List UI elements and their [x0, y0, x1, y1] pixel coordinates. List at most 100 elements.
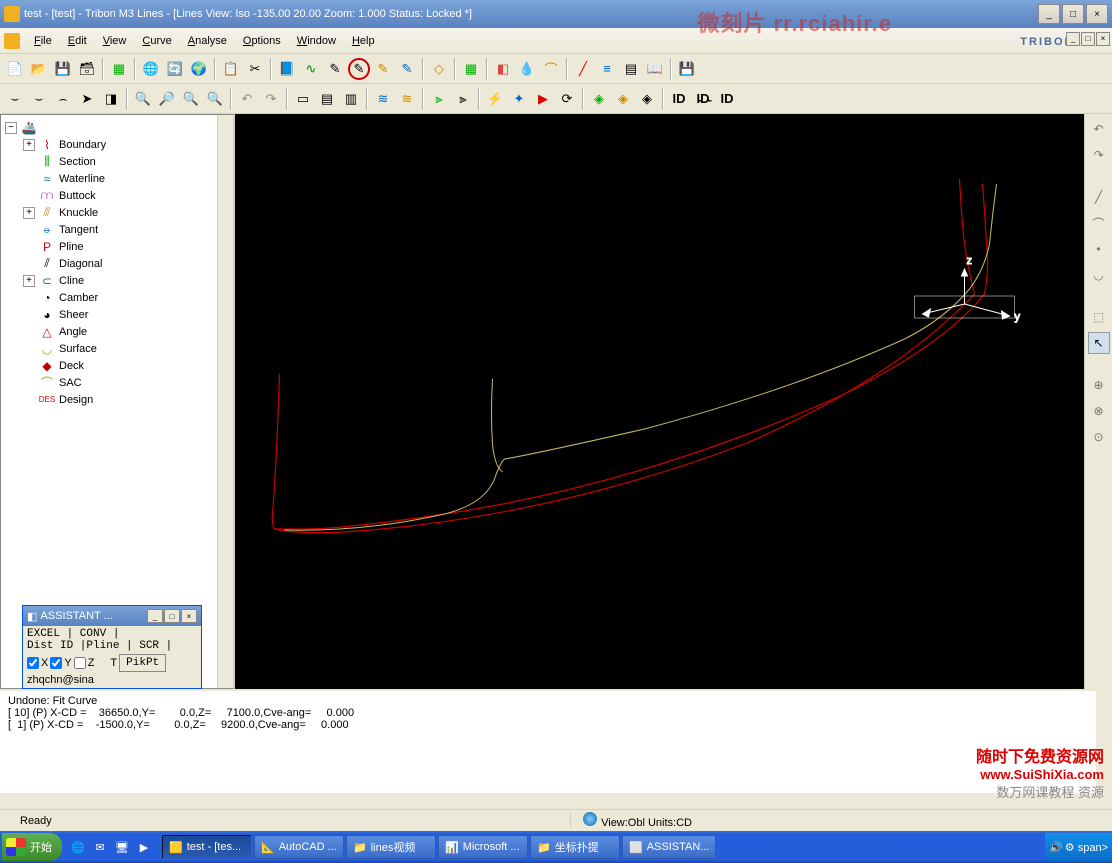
menu-file[interactable]: File — [26, 33, 60, 49]
diamond3-icon[interactable]: ◈ — [636, 88, 658, 110]
r-snap1-icon[interactable]: ⊕ — [1088, 374, 1110, 396]
diamond1-icon[interactable]: ◈ — [588, 88, 610, 110]
wave2-icon[interactable]: ≋ — [396, 88, 418, 110]
menu-curve[interactable]: Curve — [134, 33, 179, 49]
r-line-icon[interactable]: ╱ — [1088, 186, 1110, 208]
zoom-icon[interactable]: 🔍 — [180, 88, 202, 110]
save-icon[interactable]: 💾 — [52, 58, 74, 80]
edit4-icon[interactable]: ✎ — [396, 58, 418, 80]
task-excel[interactable]: 📊Microsoft ... — [438, 835, 528, 859]
systray[interactable]: 🔊⚙ span> — [1045, 833, 1112, 861]
page2-icon[interactable]: ▥ — [340, 88, 362, 110]
arc1-icon[interactable]: ⌣ — [4, 88, 26, 110]
id2-icon[interactable]: I̵D̵ — [692, 88, 714, 110]
r-curve-icon[interactable]: ⌒ — [1088, 212, 1110, 234]
diamond2-icon[interactable]: ◈ — [612, 88, 634, 110]
task-coord[interactable]: 📁坐标扑提 — [530, 835, 620, 859]
tree-deck[interactable]: ◆Deck — [5, 357, 229, 374]
menu-view[interactable]: View — [95, 33, 135, 49]
cut-icon[interactable]: ✂ — [244, 58, 266, 80]
minimize-button[interactable]: _ — [1038, 4, 1060, 24]
maximize-button[interactable]: □ — [1062, 4, 1084, 24]
mdi-max[interactable]: □ — [1081, 32, 1095, 46]
world-icon[interactable]: 🌐 — [140, 58, 162, 80]
r-arc-icon[interactable]: ◡ — [1088, 264, 1110, 286]
tree-section[interactable]: ⫼Section — [5, 153, 229, 170]
r-redo-icon[interactable]: ↷ — [1088, 144, 1110, 166]
task-autocad[interactable]: 📐AutoCAD ... — [254, 835, 344, 859]
chk-z[interactable] — [74, 657, 86, 669]
edit2-icon[interactable]: ✎ — [348, 58, 370, 80]
rect-icon[interactable]: ▭ — [292, 88, 314, 110]
tree-pline[interactable]: PPline — [5, 238, 229, 255]
mesh-icon[interactable]: ▦ — [460, 58, 482, 80]
viewport[interactable]: z y — [235, 114, 1084, 689]
ql-desktop-icon[interactable]: 🖥 — [112, 836, 132, 858]
tree-design[interactable]: DESDesign — [5, 391, 229, 408]
assistant-tabs1[interactable]: EXCEL | CONV | — [27, 628, 197, 640]
tool4-icon[interactable]: ⟳ — [556, 88, 578, 110]
wave1-icon[interactable]: ≋ — [372, 88, 394, 110]
globe-icon[interactable]: 🌍 — [188, 58, 210, 80]
saveall-icon[interactable]: 🗃 — [76, 58, 98, 80]
erase2-icon[interactable]: ◨ — [100, 88, 122, 110]
assistant-titlebar[interactable]: ◧ ASSISTANT ... _□× — [23, 606, 201, 626]
chk-x[interactable] — [27, 657, 39, 669]
task-assistant[interactable]: ⬜ASSISTAN... — [622, 835, 716, 859]
reload-icon[interactable]: 🔄 — [164, 58, 186, 80]
r-snap3-icon[interactable]: ⊙ — [1088, 426, 1110, 448]
tree-diagonal[interactable]: ⫽Diagonal — [5, 255, 229, 272]
task-test[interactable]: 🟨test - [tes... — [162, 835, 252, 859]
id1-icon[interactable]: ID — [668, 88, 690, 110]
edit1-icon[interactable]: ✎ — [324, 58, 346, 80]
console[interactable]: Undone: Fit Curve [ 10] (P) X-CD = 36650… — [0, 689, 1112, 809]
assist-min[interactable]: _ — [147, 609, 163, 623]
search-icon[interactable]: 🔍 — [204, 88, 226, 110]
menu-window[interactable]: Window — [289, 33, 344, 49]
r-point-icon[interactable]: • — [1088, 238, 1110, 260]
assistant-window[interactable]: ◧ ASSISTANT ... _□× EXCEL | CONV | Dist … — [22, 605, 202, 689]
menu-analyse[interactable]: Analyse — [180, 33, 235, 49]
arc-icon[interactable]: ⌒ — [540, 58, 562, 80]
drop-icon[interactable]: 💧 — [516, 58, 538, 80]
tree-knuckle[interactable]: +⫻Knuckle — [5, 204, 229, 221]
tree-buttock[interactable]: ⩋Buttock — [5, 187, 229, 204]
table-icon[interactable]: ▤ — [620, 58, 642, 80]
r-cursor-icon[interactable]: ↖ — [1088, 332, 1110, 354]
undo-icon[interactable]: ↶ — [236, 88, 258, 110]
tree-angle[interactable]: △Angle — [5, 323, 229, 340]
chk-y[interactable] — [50, 657, 62, 669]
tree-sheer[interactable]: ◕Sheer — [5, 306, 229, 323]
copy-icon[interactable]: 📋 — [220, 58, 242, 80]
arc2-icon[interactable]: ⌣ — [28, 88, 50, 110]
new-icon[interactable]: 📄 — [4, 58, 26, 80]
console-hscroll[interactable] — [0, 793, 1096, 809]
task-lines[interactable]: 📁lines视频 — [346, 835, 436, 859]
r-select-icon[interactable]: ⬚ — [1088, 306, 1110, 328]
line2-icon[interactable]: ≡ — [596, 58, 618, 80]
tree-root[interactable]: −🚢 — [5, 119, 229, 136]
tool3-icon[interactable]: ▶ — [532, 88, 554, 110]
doc-icon[interactable]: 📘 — [276, 58, 298, 80]
assist-max[interactable]: □ — [164, 609, 180, 623]
tree-camber[interactable]: ◔Camber — [5, 289, 229, 306]
tool1-icon[interactable]: ⚡ — [484, 88, 506, 110]
ql-mail-icon[interactable]: ✉ — [90, 836, 110, 858]
menu-edit[interactable]: Edit — [60, 33, 95, 49]
start-button[interactable]: 开始 — [2, 833, 62, 861]
ql-ie-icon[interactable]: 🌐 — [68, 836, 88, 858]
arc3-icon[interactable]: ⌢ — [52, 88, 74, 110]
ql-player-icon[interactable]: ▶ — [134, 836, 154, 858]
book-icon[interactable]: 📖 — [644, 58, 666, 80]
tree-boundary[interactable]: +⌇Boundary — [5, 136, 229, 153]
line1-icon[interactable]: ╱ — [572, 58, 594, 80]
redo-icon[interactable]: ↷ — [260, 88, 282, 110]
r-undo-icon[interactable]: ↶ — [1088, 118, 1110, 140]
edit3-icon[interactable]: ✎ — [372, 58, 394, 80]
mdi-min[interactable]: _ — [1066, 32, 1080, 46]
arrow-icon[interactable]: ➤ — [76, 88, 98, 110]
assistant-tabs2[interactable]: Dist ID |Pline | SCR | — [27, 640, 197, 652]
tree-scrollbar[interactable] — [217, 115, 233, 688]
console-vscroll[interactable] — [1096, 691, 1112, 809]
zoomout-icon[interactable]: 🔍 — [132, 88, 154, 110]
